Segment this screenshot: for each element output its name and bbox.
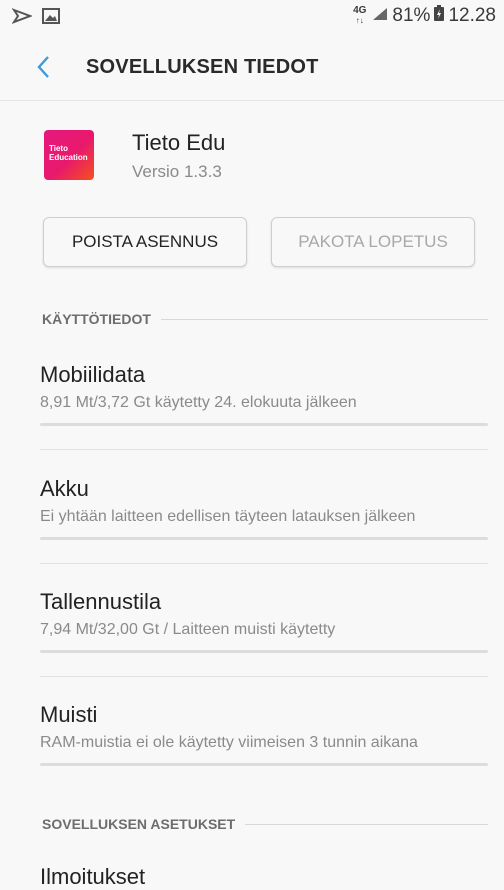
app-version: Versio 1.3.3 [132,162,222,181]
usage-section-header: KÄYTTÖTIEDOT [42,311,488,327]
back-arrow-icon [37,56,49,78]
app-name: Tieto Edu [132,130,226,155]
item-title: Muisti [40,702,98,727]
notifications-item[interactable]: Ilmoitukset [40,864,490,890]
item-subtitle: Ei yhtään laitteen edellisen täyteen lat… [40,508,416,525]
section-divider [245,823,488,825]
settings-section-header: SOVELLUKSEN ASETUKSET [42,816,488,832]
usage-bar [40,423,488,426]
battery-percent: 81% [392,5,431,26]
battery-icon [434,5,445,27]
divider [40,676,488,677]
item-subtitle: 7,94 Mt/32,00 Gt / Laitteen muisti käyte… [40,621,336,638]
page-title: SOVELLUKSEN TIEDOT [86,56,319,78]
mobile-data-item[interactable]: Mobiilidata 8,91 Mt/3,72 Gt käytetty 24.… [40,362,490,426]
app-icon: Tieto Education [44,130,94,180]
item-title: Tallennustila [40,589,162,614]
section-divider [160,318,488,320]
item-subtitle: 8,91 Mt/3,72 Gt käytetty 24. elokuuta jä… [40,394,357,411]
status-bar: 4G ↑↓ 81% 12.28 [0,0,504,34]
app-bar: SOVELLUKSEN TIEDOT [0,34,504,101]
memory-item[interactable]: Muisti RAM-muistia ei ole käytetty viime… [40,702,490,766]
battery-item[interactable]: Akku Ei yhtään laitteen edellisen täytee… [40,476,490,540]
section-label: SOVELLUKSEN ASETUKSET [42,816,236,832]
force-stop-button[interactable]: PAKOTA LOPETUS [271,217,475,267]
divider [40,563,488,564]
usage-bar [40,537,488,540]
item-title: Akku [40,476,89,501]
item-title: Mobiilidata [40,362,146,387]
clock: 12.28 [448,5,496,26]
storage-item[interactable]: Tallennustila 7,94 Mt/32,00 Gt / Laittee… [40,589,490,653]
gallery-notification-icon [42,8,60,29]
network-type-indicator: 4G ↑↓ [353,5,367,26]
divider [40,449,488,450]
section-label: KÄYTTÖTIEDOT [42,311,151,327]
item-subtitle: RAM-muistia ei ole käytetty viimeisen 3 … [40,734,418,751]
uninstall-button[interactable]: POISTA ASENNUS [43,217,247,267]
signal-strength-icon [372,5,388,27]
back-button[interactable] [32,54,58,80]
item-title: Ilmoitukset [40,864,146,889]
usage-bar [40,763,488,766]
usage-bar [40,650,488,653]
notification-flag-icon [11,7,33,29]
